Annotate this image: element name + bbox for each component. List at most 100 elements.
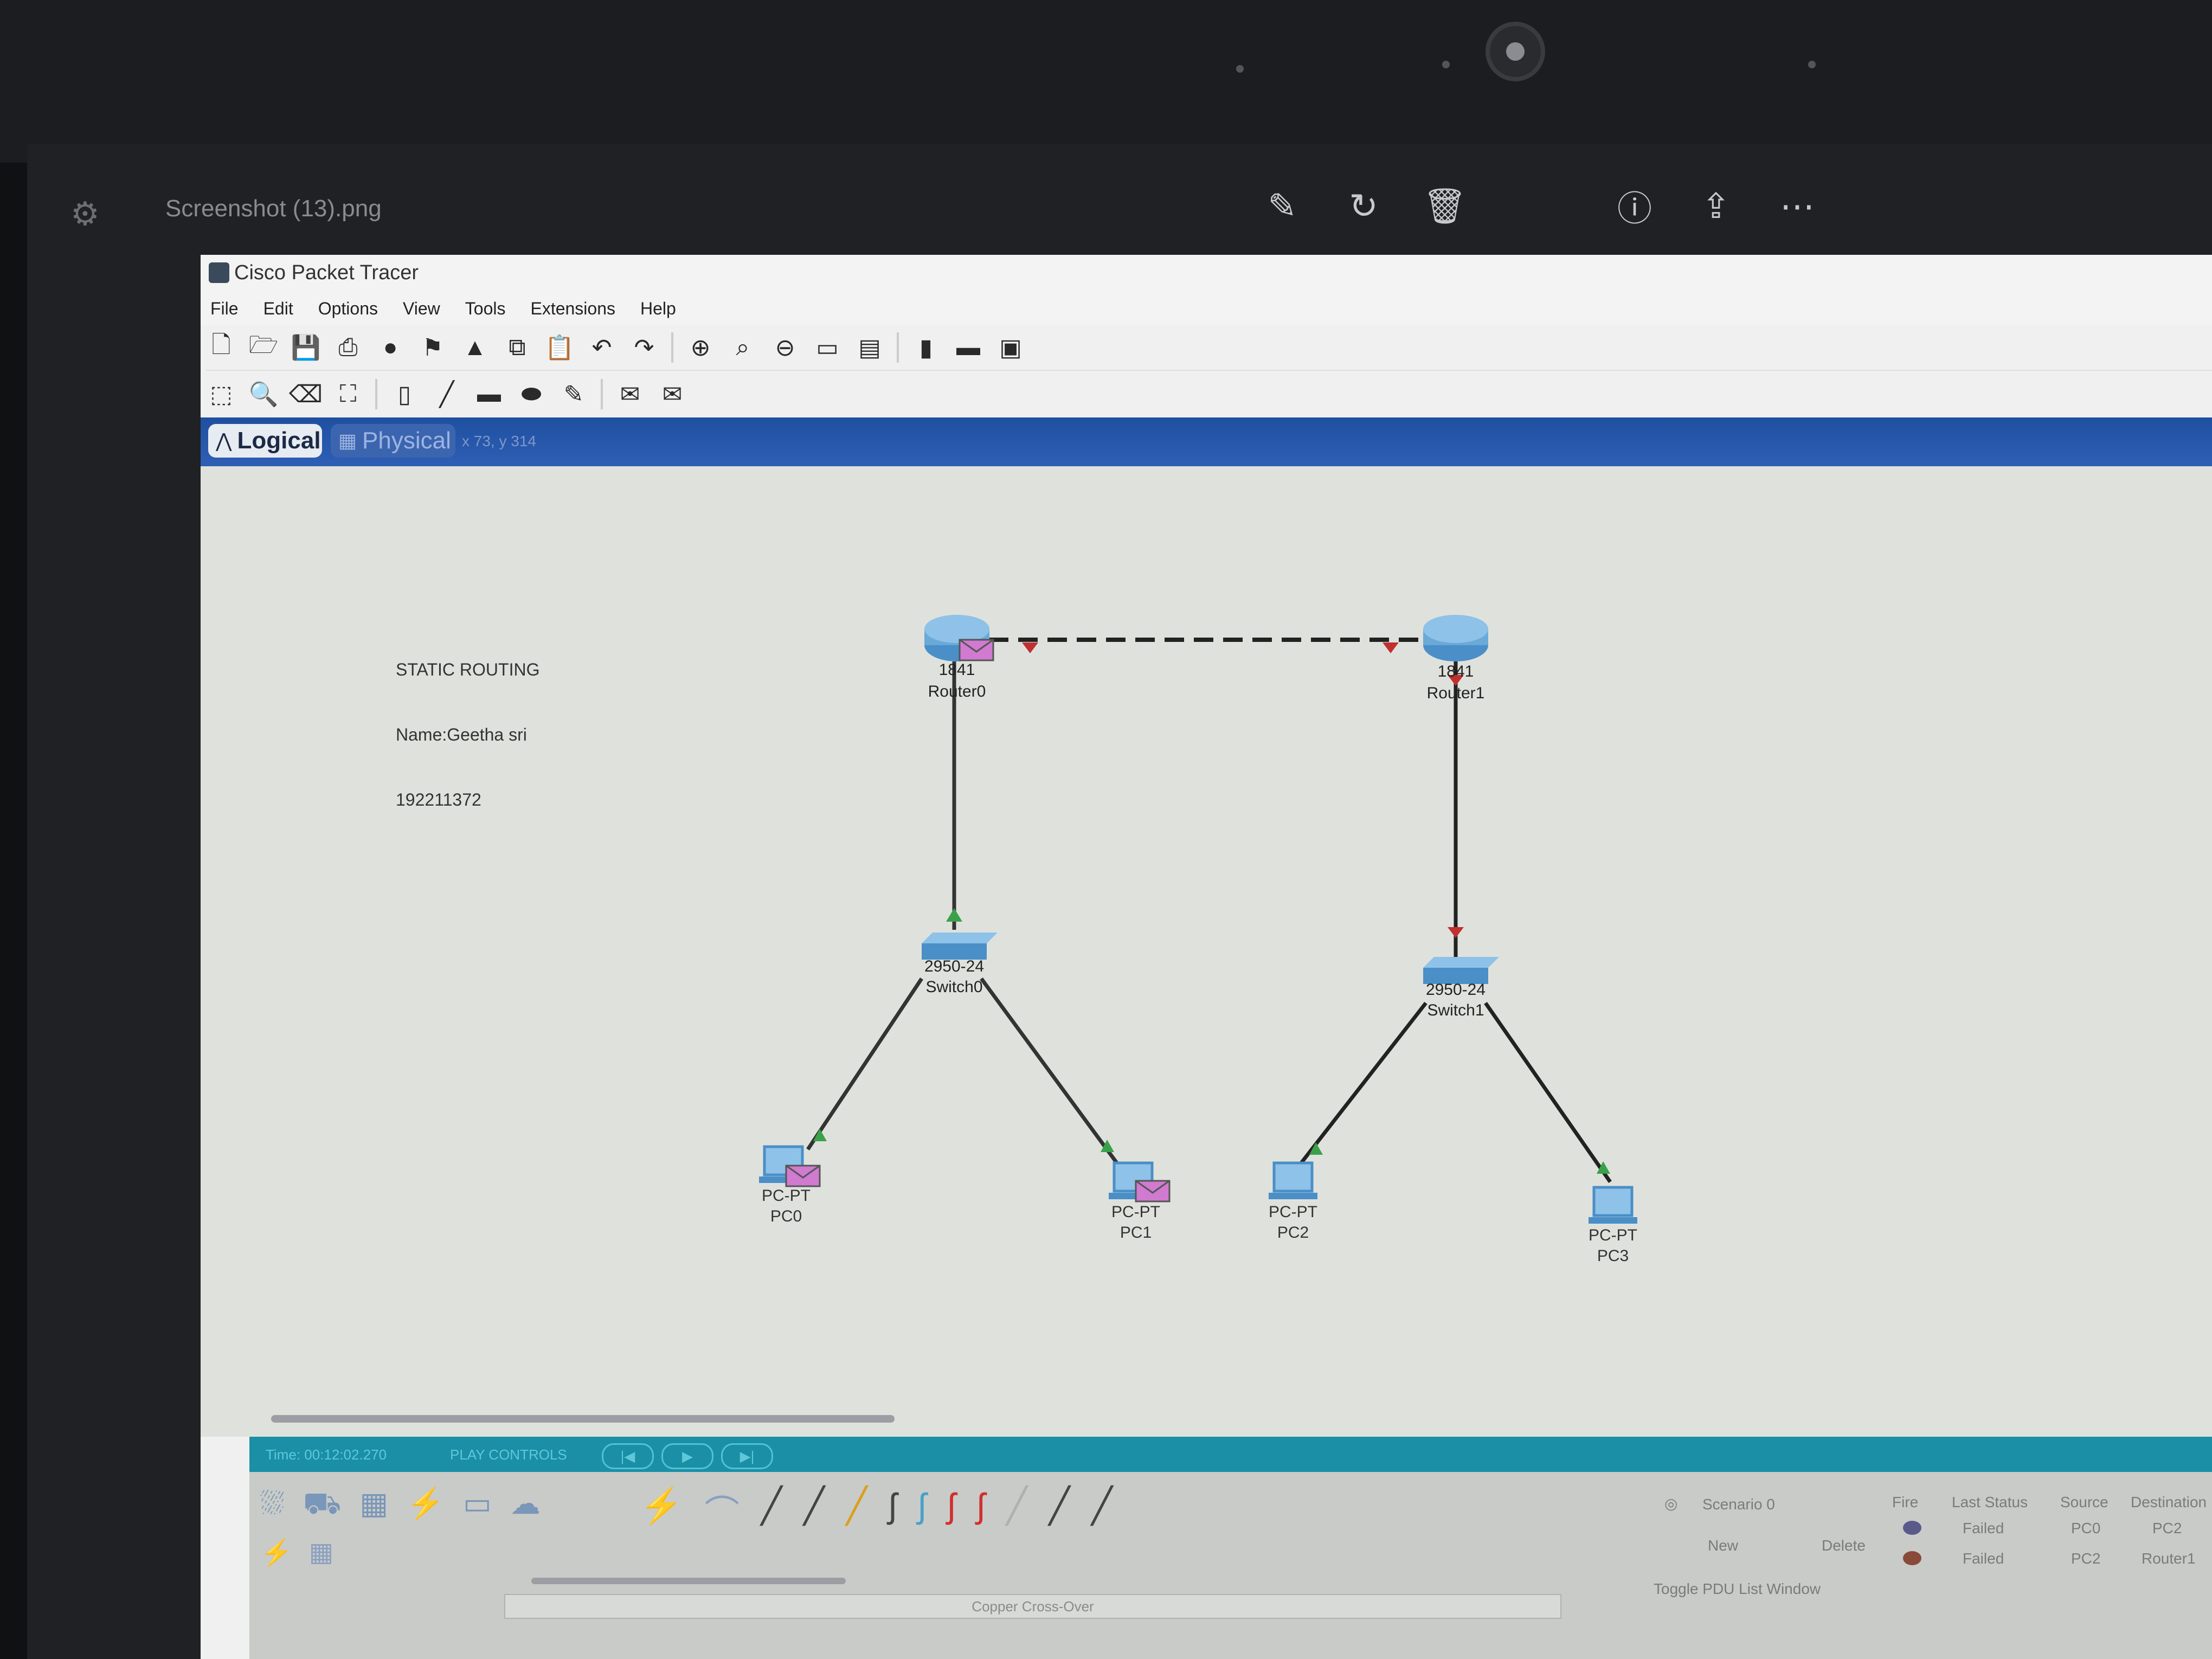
resize-shape-icon[interactable]: ⛶	[333, 379, 363, 409]
pc3-device[interactable]: PC-PT PC3	[1589, 1186, 1637, 1265]
components-icon[interactable]: ▦	[359, 1486, 388, 1525]
custom-device-icon[interactable]: ▲	[460, 332, 490, 363]
bezel-sensor	[1442, 61, 1450, 68]
iot-cable-icon[interactable]: ╱	[1049, 1486, 1070, 1535]
phone-cable-icon[interactable]: ʃ	[889, 1486, 896, 1535]
print-icon[interactable]: ⎙	[333, 332, 363, 363]
new-file-icon[interactable]: 🗋	[206, 332, 236, 363]
inspect-icon[interactable]: 🔍	[248, 379, 279, 409]
menu-edit[interactable]: Edit	[254, 299, 308, 319]
router1-device[interactable]: 1841 Router1	[1423, 615, 1488, 702]
router0-device[interactable]: 1841 Router0	[924, 615, 994, 700]
info-icon[interactable]: ⓘ	[1599, 171, 1670, 241]
paste-icon[interactable]: 📋	[544, 332, 575, 363]
menu-help[interactable]: Help	[631, 299, 691, 319]
pdu-color-indicator[interactable]	[1903, 1521, 1921, 1535]
add-complex-pdu-icon[interactable]: ✉	[657, 379, 687, 409]
delete-scenario-button[interactable]: Delete	[1822, 1537, 1866, 1554]
end-devices-icon[interactable]: ⛟	[303, 1486, 341, 1525]
multiuser-icon[interactable]: ☁	[510, 1486, 541, 1525]
pc-icon	[1589, 1217, 1637, 1224]
copy-icon[interactable]: ⧉	[502, 332, 532, 363]
select-icon[interactable]: ⬚	[206, 379, 236, 409]
link-switch0-pc1[interactable]	[980, 977, 1118, 1165]
pc1-name: PC1	[1120, 1224, 1152, 1242]
tab-logical[interactable]: ⋀ Logical	[208, 424, 322, 458]
view-command-log-icon[interactable]: ▮	[911, 332, 941, 363]
switch0-name: Switch0	[925, 978, 982, 996]
coaxial-cable-icon[interactable]: ʃ	[918, 1486, 926, 1535]
pc1-device[interactable]: PC-PT PC1	[1109, 1161, 1171, 1242]
serial-dce-cable-icon[interactable]: ʃ	[948, 1486, 955, 1535]
zoom-in-icon[interactable]: ⊕	[685, 332, 716, 363]
freeform-icon[interactable]: ✎	[558, 379, 589, 409]
pdu-color-indicator[interactable]	[1903, 1551, 1921, 1565]
server-icon[interactable]: ▬	[953, 332, 983, 363]
pc0-device[interactable]: PC-PT PC0	[759, 1145, 821, 1225]
zoom-reset-icon[interactable]: ⌕	[728, 332, 758, 363]
serial-dte-cable-icon[interactable]: ʃ	[977, 1486, 985, 1535]
scenario-selector[interactable]: Scenario 0	[1702, 1496, 1775, 1513]
delete-icon[interactable]: 🗑	[1410, 171, 1480, 241]
cross-over-cable-icon[interactable]: ╱	[803, 1486, 825, 1535]
play-button[interactable]: ▶	[661, 1443, 713, 1469]
back-button[interactable]: |◀	[602, 1443, 654, 1469]
save-icon[interactable]: 💾	[291, 332, 321, 363]
tab-physical[interactable]: ▦ Physical	[331, 424, 455, 458]
grid-icon[interactable]: ▦	[309, 1537, 333, 1568]
simulation-bar: Time: 00:12:02.270 PLAY CONTROLS |◀ ▶ ▶|	[249, 1437, 2212, 1472]
link-switch0-pc0[interactable]	[806, 978, 923, 1150]
network-info-icon[interactable]: ⚑	[417, 332, 448, 363]
draw-rectangle-icon[interactable]: ▬	[474, 379, 504, 409]
settings-icon[interactable]: ⚙	[70, 195, 100, 233]
toggle-pdu-list-button[interactable]: Toggle PDU List Window	[1654, 1580, 1821, 1598]
pc-icon	[1269, 1193, 1317, 1199]
workspace-horizontal-scrollbar[interactable]	[271, 1415, 895, 1423]
share-icon[interactable]: ⇪	[1681, 171, 1751, 241]
auto-connection-icon[interactable]: ⚡	[640, 1486, 683, 1535]
usb-cable-icon[interactable]: ╱	[1091, 1486, 1113, 1535]
place-note-icon[interactable]: ▯	[389, 379, 420, 409]
menu-view[interactable]: View	[393, 299, 455, 319]
octal-cable-icon[interactable]: ╱	[1006, 1486, 1027, 1535]
edit-image-icon[interactable]: ✎	[1247, 171, 1317, 241]
connections-subtype-icon[interactable]: ⚡	[260, 1537, 293, 1568]
menu-file[interactable]: File	[201, 299, 254, 319]
switch1-device[interactable]: 2950-24 Switch1	[1423, 957, 1499, 1019]
more-icon[interactable]: ⋯	[1762, 171, 1832, 241]
console-cable-icon[interactable]: ⌒	[705, 1486, 740, 1535]
picture-icon[interactable]: ▣	[995, 332, 1026, 363]
drawing-palette-icon[interactable]: ▭	[812, 332, 843, 363]
fiber-cable-icon[interactable]: ╱	[846, 1486, 867, 1535]
device-list-scrollbar[interactable]	[531, 1578, 846, 1584]
pc2-device[interactable]: PC-PT PC2	[1269, 1161, 1317, 1242]
link-switch1-pc2[interactable]	[1300, 1001, 1427, 1165]
forward-button[interactable]: ▶|	[721, 1443, 773, 1469]
tab-logical-label: Logical	[237, 427, 321, 454]
miscellaneous-icon[interactable]: ▭	[463, 1486, 492, 1525]
delete-tool-icon[interactable]: ⌫	[289, 379, 323, 409]
toolbar-divider	[671, 332, 673, 363]
menu-options[interactable]: Options	[308, 299, 393, 319]
network-devices-icon[interactable]: ⛆	[260, 1486, 285, 1525]
redo-icon[interactable]: ↷	[629, 332, 659, 363]
new-scenario-button[interactable]: New	[1708, 1537, 1738, 1554]
link-switch1-pc3[interactable]	[1484, 1001, 1612, 1184]
logical-workspace[interactable]: STATIC ROUTING Name:Geetha sri 192211372	[201, 466, 2212, 1437]
custom-devices-dialog-icon[interactable]: ▤	[854, 332, 885, 363]
menu-extensions[interactable]: Extensions	[520, 299, 631, 319]
undo-icon[interactable]: ↶	[587, 332, 617, 363]
connections-icon[interactable]: ⚡	[407, 1486, 445, 1525]
draw-line-icon[interactable]: ╱	[432, 379, 462, 409]
device-description-field[interactable]: Copper Cross-Over	[504, 1594, 1561, 1619]
draw-ellipse-icon[interactable]: ⬬	[516, 379, 546, 409]
straight-through-cable-icon[interactable]: ╱	[761, 1486, 782, 1535]
viewer-title: Screenshot (13).png	[165, 195, 382, 222]
packet-tracer-logo-icon	[209, 262, 229, 283]
activity-wizard-icon[interactable]: ●	[375, 332, 406, 363]
open-folder-icon[interactable]: 🗁	[248, 332, 279, 363]
menu-tools[interactable]: Tools	[455, 299, 521, 319]
add-simple-pdu-icon[interactable]: ✉	[615, 379, 645, 409]
rotate-icon[interactable]: ↻	[1328, 171, 1399, 241]
zoom-out-icon[interactable]: ⊖	[770, 332, 800, 363]
